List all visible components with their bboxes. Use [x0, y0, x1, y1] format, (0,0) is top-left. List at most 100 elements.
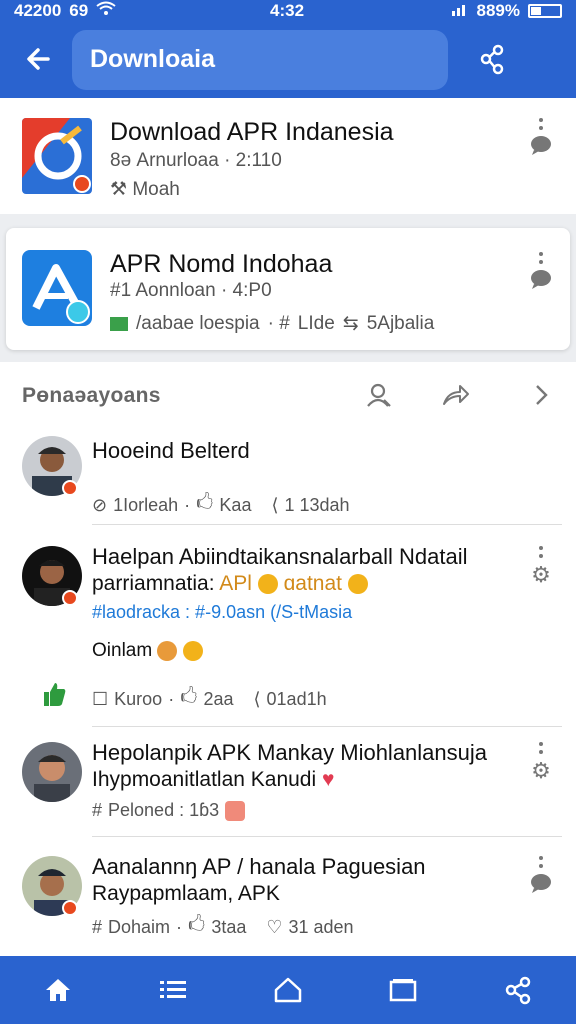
hammer-icon: ⚒: [110, 179, 128, 200]
search-input[interactable]: Downloaia: [72, 30, 448, 90]
post-meta-a: Dohaim: [108, 916, 171, 937]
heart-icon: ♥: [322, 768, 335, 791]
avatar-badge: [62, 590, 78, 606]
card-title: Download APR Indanesia: [110, 118, 394, 146]
gear-icon[interactable]: ⚙: [531, 758, 551, 784]
list-item[interactable]: Haelpan Abiindtaikansnalarball Ndatail p…: [0, 540, 576, 718]
hash-icon: · #: [267, 312, 290, 334]
emoji-icon: [182, 640, 203, 661]
home-icon[interactable]: [38, 970, 78, 1010]
post-meta-b: 3taa: [211, 916, 247, 937]
tabs-icon[interactable]: [383, 970, 423, 1010]
download-card[interactable]: Download APR Indanesia 8ә Arnurloaa · 2:…: [0, 98, 576, 214]
list-icon[interactable]: [153, 970, 193, 1010]
list-item[interactable]: Aanalannŋ AP / hanala Paguesian Raypapml…: [0, 850, 576, 950]
card-meta-label: Moah: [132, 179, 180, 200]
more-menu[interactable]: ⚙: [526, 742, 556, 784]
more-menu[interactable]: [526, 118, 556, 156]
separator-dot: ·: [168, 688, 175, 709]
divider: [92, 836, 562, 837]
more-vertical-icon[interactable]: [539, 252, 543, 264]
heart-outline-icon[interactable]: ♡: [266, 917, 282, 938]
post-text: parriamnatia: APl ɑatnat: [92, 572, 368, 596]
list-item[interactable]: Hooeind Belterd ⊘ 1Iorleah · 🖒 Kaa ⟨ 1 1…: [0, 432, 576, 522]
post-title: Hepolanpik APK Mankay Miohlanlansuja: [92, 740, 488, 765]
post-text-secondary: Oinlam: [92, 640, 203, 662]
more-vertical-icon[interactable]: [539, 118, 543, 130]
forward-icon[interactable]: [440, 380, 470, 410]
like-icon[interactable]: 🖒: [180, 684, 197, 714]
card-meta-label-c: 5Ajbalia: [366, 312, 435, 334]
battery-icon: [528, 4, 562, 18]
post-meta-a: 1Iorleah: [113, 494, 179, 515]
bottom-navigation: [0, 956, 576, 1024]
divider: [92, 524, 562, 525]
post-meta-a: Peloned : 1ɓ3: [108, 800, 220, 820]
emoji-icon: [347, 574, 368, 595]
post-line4: Oinlam: [92, 640, 153, 661]
card-meta: 8ә Arnurloaa · 2:110: [110, 150, 282, 171]
more-menu[interactable]: ⚙: [526, 546, 556, 588]
comment-icon[interactable]: [529, 872, 553, 894]
avatar[interactable]: [22, 742, 82, 802]
hash-icon: #: [92, 916, 103, 937]
status-bar: 42200 69 4:32 889%: [0, 0, 576, 22]
post-meta: # Dohaim · 🖒 3taa ♡ 31 aden: [92, 912, 354, 942]
card-meta-label-b: LIde: [297, 312, 335, 334]
more-vertical-icon[interactable]: [539, 546, 543, 558]
separator-dot: ·: [176, 916, 183, 937]
comment-icon[interactable]: [529, 134, 553, 156]
share-small-icon[interactable]: ⟨: [271, 495, 278, 516]
share-small-icon[interactable]: ⟨: [254, 689, 261, 710]
checkbox-icon: ☐: [92, 688, 109, 709]
post-meta: ☐ Kuroo · 🖒 2aa ⟨ 01ad1h: [92, 684, 327, 714]
arrow-left-icon[interactable]: [22, 42, 56, 76]
gear-icon[interactable]: ⚙: [531, 562, 551, 588]
card-title: APR Nomd Indohaa: [110, 250, 333, 278]
more-vertical-icon[interactable]: [539, 856, 543, 868]
status-time-left: 42200: [14, 1, 62, 20]
post-line2: Ihypmoanitlatlan Kanudi: [92, 768, 317, 791]
post-meta-b: Kaa: [219, 494, 252, 515]
avatar-badge: [62, 900, 78, 916]
edit-icon: ⊘: [92, 494, 108, 515]
card-meta: #1 Aonnloan · 4:P0: [110, 280, 272, 301]
rank-icon: ⇆: [342, 313, 359, 334]
person-search-icon[interactable]: [364, 380, 394, 410]
more-vertical-icon[interactable]: [539, 742, 543, 754]
list-item[interactable]: Hepolanpik APK Mankay Miohlanlansuja Ihy…: [0, 736, 576, 836]
card-meta-secondary: /aabae loespia · # LIde ⇆ 5Ajbalia: [110, 312, 434, 335]
post-title: Haelpan Abiindtaikansnalarball Ndatail: [92, 544, 468, 569]
comment-icon[interactable]: [529, 268, 553, 290]
like-icon[interactable]: 🖒: [196, 490, 213, 520]
emoji-icon: [225, 800, 246, 821]
post-meta: ⊘ 1Iorleah · 🖒 Kaa ⟨ 1 13dah: [92, 490, 350, 520]
app-card[interactable]: APR Nomd Indohaa #1 Aonnloan · 4:P0 /aab…: [6, 228, 570, 350]
card-meta-label-a: /aabae loespia: [136, 312, 260, 334]
more-menu[interactable]: [526, 856, 556, 894]
thumb-up-icon[interactable]: [40, 680, 68, 713]
post-meta-c: 01ad1h: [266, 688, 327, 709]
divider: [92, 726, 562, 727]
post-title: Aanalannŋ AP / hanala Paguesian: [92, 854, 426, 879]
chevron-right-icon[interactable]: [526, 380, 556, 410]
like-icon[interactable]: 🖒: [188, 912, 205, 942]
post-link[interactable]: #laodracka : #-9.0asn (/S-tMasia: [92, 602, 352, 623]
post-meta: # Peloned : 1ɓ3: [92, 800, 246, 821]
flag-icon: [110, 316, 128, 331]
separator-dot: ·: [184, 494, 191, 515]
post-meta-c: 31 aden: [288, 916, 354, 937]
more-menu[interactable]: [526, 252, 556, 290]
wifi-icon: [96, 1, 116, 22]
post-author: Hooeind Belterd: [92, 438, 250, 463]
card-meta-secondary: ⚒ Moah: [110, 178, 180, 201]
section-title: Pөnaəayoans: [22, 384, 161, 407]
house-outline-icon[interactable]: [268, 970, 308, 1010]
post-tag: APl: [219, 572, 252, 595]
avatar-badge: [62, 480, 78, 496]
share-icon[interactable]: [498, 970, 538, 1010]
emoji-icon: [257, 574, 278, 595]
share-icon[interactable]: [476, 42, 510, 76]
post-text: Ihypmoanitlatlan Kanudi ♥: [92, 768, 334, 792]
post-meta-a: Kuroo: [114, 688, 163, 709]
